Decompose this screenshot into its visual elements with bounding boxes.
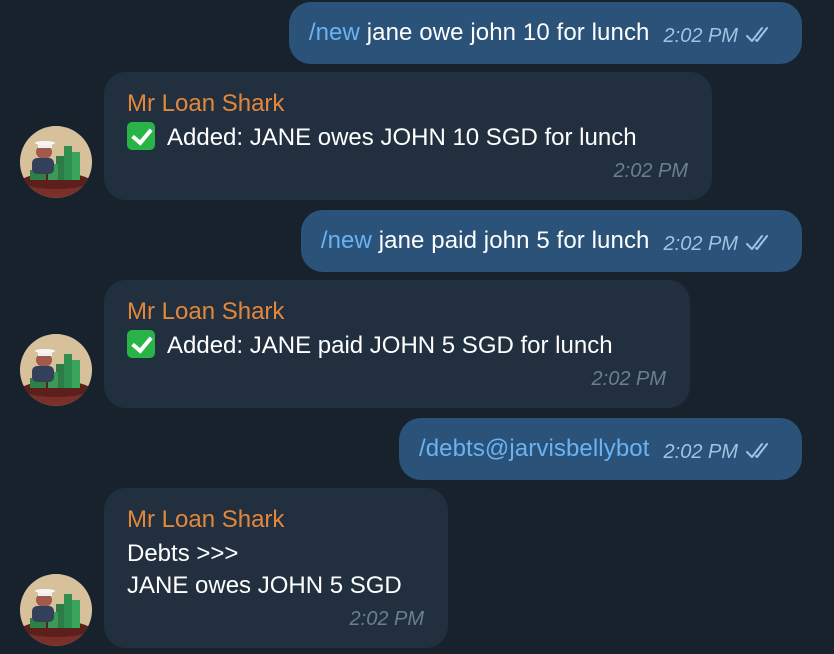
- command-link[interactable]: /new: [321, 227, 372, 254]
- outgoing-message[interactable]: /new jane paid john 5 for lunch 2:02 PM: [300, 210, 814, 272]
- message-time: 2:02 PM: [349, 608, 424, 630]
- message-text: Debts >>> JANE owes JOHN 5 SGD: [127, 538, 426, 602]
- double-check-icon: [746, 27, 768, 42]
- message-time: 2:02 PM: [664, 440, 772, 464]
- bot-avatar[interactable]: [20, 126, 92, 198]
- message-text: /new jane owe john 10 for lunch: [308, 19, 650, 46]
- message-time: 2:02 PM: [664, 232, 772, 256]
- message-text: Added: JANE paid JOHN 5 SGD for lunch: [127, 330, 668, 362]
- double-check-icon: [746, 443, 768, 458]
- bubble-tail: [92, 182, 116, 200]
- message-line: Debts >>>: [127, 540, 239, 567]
- outgoing-message[interactable]: /debts@jarvisbellybot 2:02 PM: [398, 418, 814, 480]
- incoming-message[interactable]: Mr Loan Shark Added: JANE owes JOHN 10 S…: [92, 72, 712, 200]
- message-text: /new jane paid john 5 for lunch: [320, 227, 650, 254]
- message-text: /debts@jarvisbellybot: [419, 435, 650, 463]
- bot-avatar[interactable]: [20, 574, 92, 646]
- check-mark-button-emoji: [127, 330, 155, 358]
- message-time: 2:02 PM: [664, 24, 772, 48]
- sender-name[interactable]: Mr Loan Shark: [127, 506, 426, 534]
- sender-name[interactable]: Mr Loan Shark: [127, 298, 668, 326]
- sender-name[interactable]: Mr Loan Shark: [127, 90, 690, 118]
- check-mark-button-emoji: [127, 122, 155, 150]
- bubble-tail: [92, 630, 116, 648]
- bubble-tail: [790, 462, 814, 480]
- bubble-tail: [92, 390, 116, 408]
- command-link[interactable]: /new: [309, 19, 360, 46]
- double-check-icon: [746, 235, 768, 250]
- chat-history: /new jane owe john 10 for lunch 2:02 PM …: [0, 0, 834, 654]
- message-time: 2:02 PM: [613, 160, 688, 182]
- incoming-message[interactable]: Mr Loan Shark Added: JANE paid JOHN 5 SG…: [92, 280, 690, 408]
- command-link[interactable]: /debts@jarvisbellybot: [419, 435, 650, 462]
- bubble-tail: [790, 46, 814, 64]
- message-time: 2:02 PM: [591, 368, 666, 390]
- message-line: JANE owes JOHN 5 SGD: [127, 572, 402, 599]
- message-text: Added: JANE owes JOHN 10 SGD for lunch: [127, 122, 690, 154]
- outgoing-message[interactable]: /new jane owe john 10 for lunch 2:02 PM: [288, 2, 814, 64]
- bubble-tail: [790, 254, 814, 272]
- incoming-message[interactable]: Mr Loan Shark Debts >>> JANE owes JOHN 5…: [92, 488, 448, 648]
- bot-avatar[interactable]: [20, 334, 92, 406]
